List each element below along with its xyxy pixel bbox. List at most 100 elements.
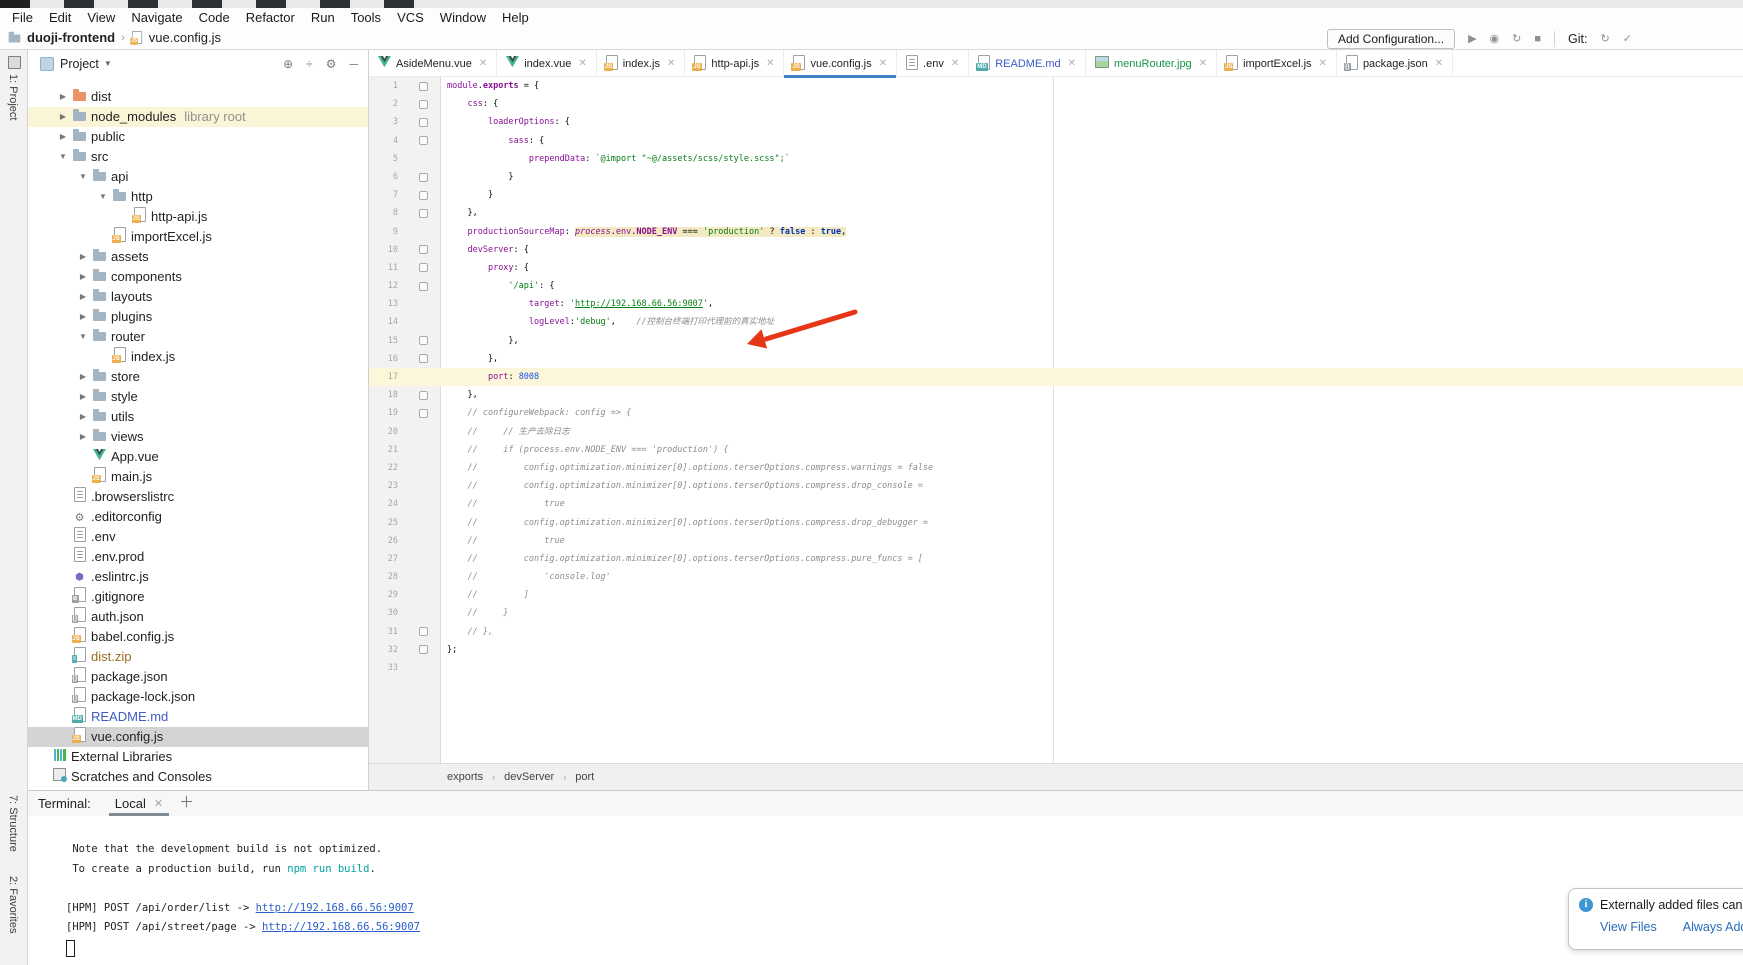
chevron-collapsed-icon[interactable]: ▶ xyxy=(75,247,91,267)
stripe-favorites-button[interactable]: 2: Favorites xyxy=(7,876,19,933)
terminal-link[interactable]: http://192.168.66.56:9007 xyxy=(256,902,414,914)
tree-item-main-js[interactable]: JSmain.js xyxy=(28,467,368,487)
tab-readme-md[interactable]: MDREADME.md✕ xyxy=(969,50,1086,77)
tree-item-router[interactable]: ▼router xyxy=(28,327,368,347)
collapse-all-icon[interactable]: ÷ xyxy=(306,57,313,71)
fold-marker-icon[interactable] xyxy=(419,627,428,636)
tree-item-components[interactable]: ▶components xyxy=(28,267,368,287)
tree-item-gitignore[interactable]: ⊘.gitignore xyxy=(28,587,368,607)
tree-item-node-modules[interactable]: ▶node_moduleslibrary root xyxy=(28,107,368,127)
fold-marker-icon[interactable] xyxy=(419,191,428,200)
chevron-expanded-icon[interactable]: ▼ xyxy=(75,327,91,347)
menu-item-view[interactable]: View xyxy=(79,8,123,27)
tree-item-plugins[interactable]: ▶plugins xyxy=(28,307,368,327)
close-icon[interactable]: ✕ xyxy=(578,58,586,69)
view-files-link[interactable]: View Files xyxy=(1600,920,1657,934)
menu-item-tools[interactable]: Tools xyxy=(343,8,389,27)
tree-item-package-json[interactable]: {}package.json xyxy=(28,667,368,687)
fold-marker-icon[interactable] xyxy=(419,336,428,345)
tree-item-layouts[interactable]: ▶layouts xyxy=(28,287,368,307)
tree-item-assets[interactable]: ▶assets xyxy=(28,247,368,267)
close-icon[interactable]: ✕ xyxy=(766,58,774,69)
tree-item-api[interactable]: ▼api xyxy=(28,167,368,187)
gear-icon[interactable]: ⚙ xyxy=(326,57,337,71)
fold-marker-icon[interactable] xyxy=(419,409,428,418)
menu-item-file[interactable]: File xyxy=(4,8,41,27)
tree-item-vue-config-js[interactable]: JSvue.config.js xyxy=(28,727,368,747)
chevron-expanded-icon[interactable]: ▼ xyxy=(55,147,71,167)
terminal-tab-local[interactable]: Local ✕ xyxy=(109,791,169,816)
chevron-collapsed-icon[interactable]: ▶ xyxy=(75,427,91,447)
chevron-collapsed-icon[interactable]: ▶ xyxy=(75,367,91,387)
chevron-expanded-icon[interactable]: ▼ xyxy=(75,167,91,187)
tree-item-package-lock-json[interactable]: {}package-lock.json xyxy=(28,687,368,707)
tab-package-json[interactable]: {}package.json✕ xyxy=(1337,50,1453,77)
fold-marker-icon[interactable] xyxy=(419,136,428,145)
tree-item-views[interactable]: ▶views xyxy=(28,427,368,447)
stop-icon[interactable]: ■ xyxy=(1534,33,1541,45)
rerun-icon[interactable]: ↻ xyxy=(1512,32,1521,45)
menu-item-navigate[interactable]: Navigate xyxy=(123,8,190,27)
tab-importexcel-js[interactable]: JSimportExcel.js✕ xyxy=(1217,50,1337,77)
stripe-project-button[interactable]: 1: Project xyxy=(7,74,19,120)
git-widget-label[interactable]: Git: xyxy=(1568,32,1587,46)
close-icon[interactable]: ✕ xyxy=(1068,58,1076,69)
fold-marker-icon[interactable] xyxy=(419,209,428,218)
chevron-collapsed-icon[interactable]: ▶ xyxy=(55,127,71,147)
tab-menurouter-jpg[interactable]: menuRouter.jpg✕ xyxy=(1086,50,1217,77)
vcs-commit-icon[interactable]: ✓ xyxy=(1623,32,1632,45)
tree-item-scratches-and-consoles[interactable]: Scratches and Consoles xyxy=(28,767,368,787)
fold-marker-icon[interactable] xyxy=(419,645,428,654)
menu-item-code[interactable]: Code xyxy=(191,8,238,27)
fold-marker-icon[interactable] xyxy=(419,82,428,91)
fold-marker-icon[interactable] xyxy=(419,263,428,272)
code-editor[interactable]: 1module.exports = {2 css: {3 loaderOptio… xyxy=(369,77,1743,763)
tree-item-public[interactable]: ▶public xyxy=(28,127,368,147)
tab-http-api-js[interactable]: JShttp-api.js✕ xyxy=(685,50,784,77)
tab-vue-config-js[interactable]: JSvue.config.js✕ xyxy=(784,50,897,77)
tab-index-vue[interactable]: index.vue✕ xyxy=(497,50,596,77)
menu-item-help[interactable]: Help xyxy=(494,8,537,27)
terminal-output[interactable]: Note that the development build is not o… xyxy=(28,816,1743,965)
close-icon[interactable]: ✕ xyxy=(1199,58,1207,69)
tree-item-src[interactable]: ▼src xyxy=(28,147,368,167)
new-terminal-icon[interactable]: ＋ xyxy=(179,791,194,812)
breadcrumb-project[interactable]: duoji-frontend xyxy=(27,30,115,45)
chevron-collapsed-icon[interactable]: ▶ xyxy=(55,87,71,107)
breadcrumb-file[interactable]: vue.config.js xyxy=(149,30,221,45)
chevron-expanded-icon[interactable]: ▼ xyxy=(95,187,111,207)
close-icon[interactable]: ✕ xyxy=(667,58,675,69)
fold-marker-icon[interactable] xyxy=(419,391,428,400)
tab-index-js[interactable]: JSindex.js✕ xyxy=(597,50,686,77)
tree-item-browserslistrc[interactable]: .browserslistrc xyxy=(28,487,368,507)
fold-marker-icon[interactable] xyxy=(419,100,428,109)
locate-file-icon[interactable]: ⊕ xyxy=(283,57,293,71)
project-panel-title[interactable]: Project xyxy=(60,57,99,71)
fold-marker-icon[interactable] xyxy=(419,118,428,127)
chevron-collapsed-icon[interactable]: ▶ xyxy=(75,267,91,287)
breadcrumb-exports[interactable]: exports xyxy=(447,771,483,783)
fold-marker-icon[interactable] xyxy=(419,245,428,254)
tab-env[interactable]: .env✕ xyxy=(897,50,969,77)
tree-item-env[interactable]: .env xyxy=(28,527,368,547)
tree-item-http[interactable]: ▼http xyxy=(28,187,368,207)
tree-item-dist-zip[interactable]: ≡dist.zip xyxy=(28,647,368,667)
tree-item-editorconfig[interactable]: ⚙.editorconfig xyxy=(28,507,368,527)
breadcrumb-devserver[interactable]: devServer xyxy=(504,771,554,783)
chevron-down-icon[interactable]: ▼ xyxy=(104,59,112,68)
menu-item-vcs[interactable]: VCS xyxy=(389,8,432,27)
tree-item-eslintrc-js[interactable]: ⬢.eslintrc.js xyxy=(28,567,368,587)
tree-item-http-api-js[interactable]: JShttp-api.js xyxy=(28,207,368,227)
vcs-update-icon[interactable]: ↻ xyxy=(1600,32,1609,45)
tree-item-utils[interactable]: ▶utils xyxy=(28,407,368,427)
chevron-collapsed-icon[interactable]: ▶ xyxy=(75,307,91,327)
menu-item-edit[interactable]: Edit xyxy=(41,8,79,27)
tree-item-external-libraries[interactable]: External Libraries xyxy=(28,747,368,767)
tree-item-auth-json[interactable]: {}auth.json xyxy=(28,607,368,627)
always-add-link[interactable]: Always Add xyxy=(1683,920,1743,934)
close-icon[interactable]: ✕ xyxy=(879,58,887,69)
close-icon[interactable]: ✕ xyxy=(1435,58,1443,69)
add-configuration-button[interactable]: Add Configuration... xyxy=(1327,29,1455,49)
chevron-collapsed-icon[interactable]: ▶ xyxy=(55,107,71,127)
close-icon[interactable]: ✕ xyxy=(951,58,959,69)
